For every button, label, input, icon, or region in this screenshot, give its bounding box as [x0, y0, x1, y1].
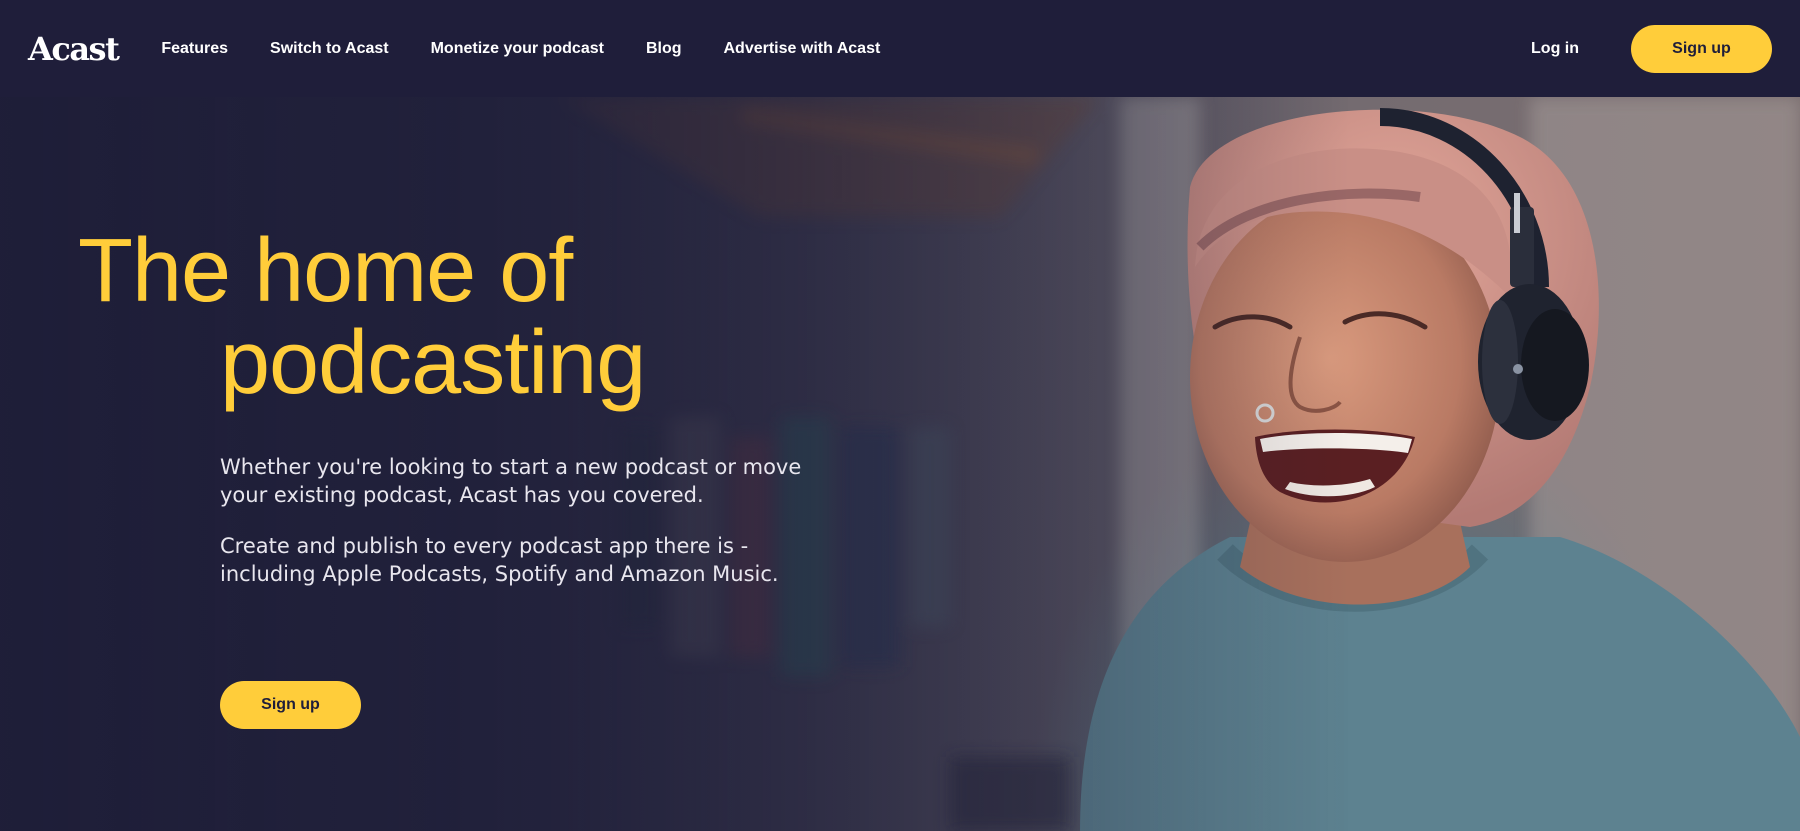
nav-signup-button[interactable]: Sign up — [1631, 24, 1772, 73]
hero-title: The home of podcasting — [78, 225, 646, 413]
nav-link-features[interactable]: Features — [161, 40, 228, 58]
top-nav: Acast Features Switch to Acast Monetize … — [0, 0, 1800, 97]
nav-link-monetize[interactable]: Monetize your podcast — [431, 40, 604, 58]
nav-link-switch[interactable]: Switch to Acast — [270, 40, 389, 58]
hero-title-line-1: The home of — [78, 221, 573, 321]
hero-title-line-2: podcasting — [220, 313, 646, 413]
nav-links: Features Switch to Acast Monetize your p… — [161, 40, 880, 58]
nav-link-advertise[interactable]: Advertise with Acast — [724, 40, 881, 58]
hero-paragraph-1: Whether you're looking to start a new po… — [220, 455, 802, 507]
nav-actions: Log in Sign up — [1531, 24, 1772, 73]
login-link[interactable]: Log in — [1531, 40, 1579, 58]
nav-link-blog[interactable]: Blog — [646, 40, 682, 58]
hero-paragraph-2: Create and publish to every podcast app … — [220, 534, 779, 586]
hero-signup-button[interactable]: Sign up — [220, 681, 361, 729]
page: Acast Features Switch to Acast Monetize … — [0, 0, 1800, 831]
hero-section: The home of podcasting Whether you're lo… — [0, 97, 1800, 831]
acast-logo[interactable]: Acast — [28, 33, 120, 65]
